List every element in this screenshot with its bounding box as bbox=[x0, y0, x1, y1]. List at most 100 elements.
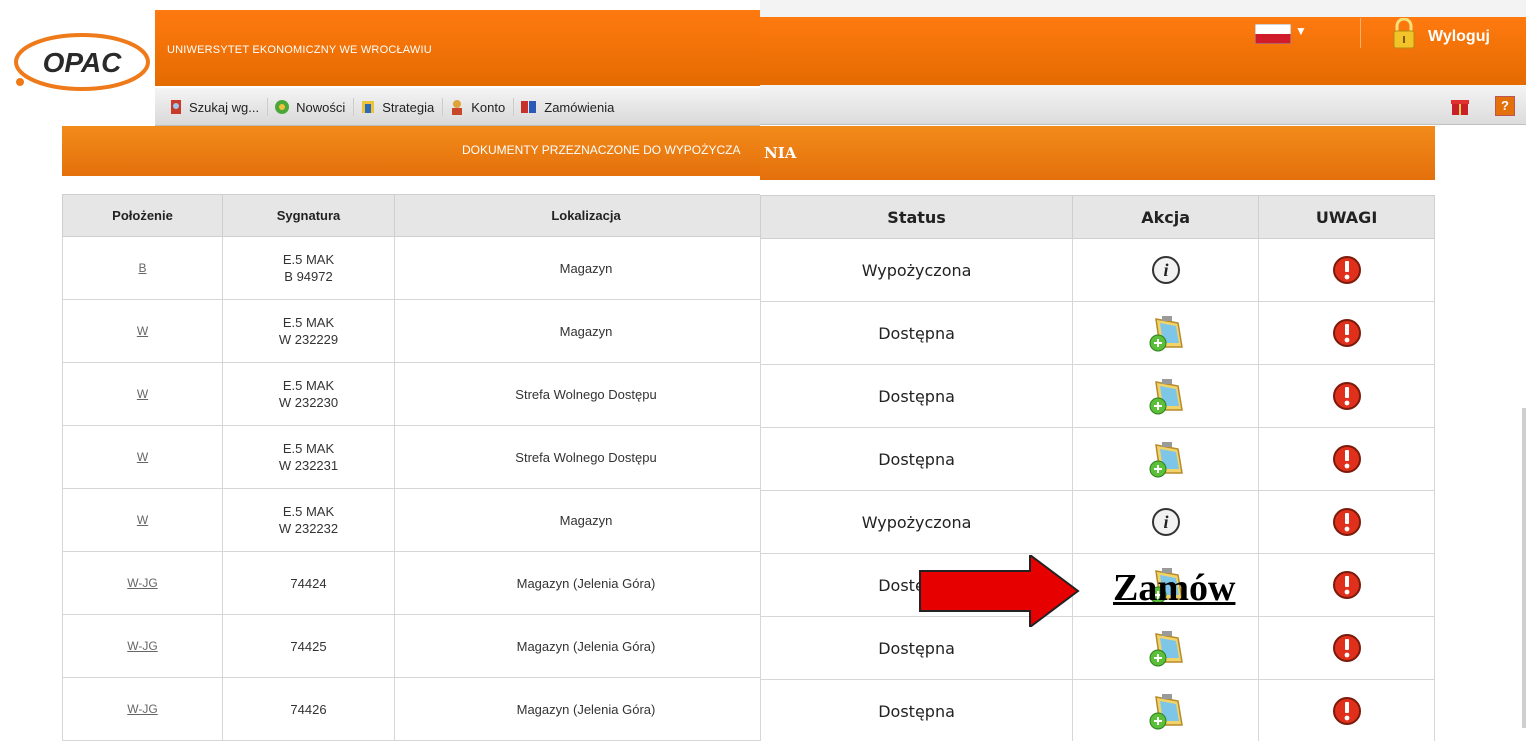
menu-label-search: Szukaj wg... bbox=[189, 99, 260, 115]
signature-line1: E.5 MAK bbox=[282, 252, 335, 267]
action-cell bbox=[1072, 616, 1260, 680]
menu-item-strategy[interactable]: Strategia bbox=[354, 98, 444, 116]
info-icon[interactable]: i bbox=[1151, 255, 1181, 285]
action-cell bbox=[1072, 301, 1260, 365]
warning-icon[interactable] bbox=[1332, 255, 1362, 285]
table-row: W E.5 MAK W 232231 Strefa Wolnego Dostępu bbox=[62, 425, 778, 489]
language-dropdown-icon[interactable]: ▼ bbox=[1295, 24, 1307, 38]
signature-cell: 74425 bbox=[222, 614, 395, 678]
table-header-row: Status Akcja UWAGI bbox=[759, 195, 1435, 239]
status-cell: Wypożyczona bbox=[759, 238, 1074, 302]
location-link[interactable]: W-JG bbox=[62, 614, 223, 678]
warning-icon[interactable] bbox=[1332, 444, 1362, 474]
column-header-signature[interactable]: Sygnatura bbox=[222, 194, 395, 237]
notes-cell bbox=[1258, 553, 1435, 617]
table-row: Dostępna bbox=[759, 427, 1435, 491]
location-link[interactable]: W bbox=[62, 362, 223, 426]
orders-icon bbox=[521, 101, 537, 113]
location-link[interactable]: W bbox=[62, 299, 223, 363]
order-icon[interactable] bbox=[1146, 691, 1186, 731]
column-header-notes[interactable]: UWAGI bbox=[1258, 195, 1435, 239]
signature-line1: 74425 bbox=[290, 638, 327, 654]
header-bar: UNIWERSYTET EKONOMICZNY WE WROCŁAWIU bbox=[155, 10, 778, 86]
table-row: Dostępna bbox=[759, 616, 1435, 680]
column-header-action[interactable]: Akcja bbox=[1072, 195, 1260, 239]
column-header-location[interactable]: Położenie bbox=[62, 194, 223, 237]
order-icon[interactable] bbox=[1146, 376, 1186, 416]
status-cell: Dostępna bbox=[759, 427, 1074, 491]
location-link[interactable]: W-JG bbox=[62, 677, 223, 741]
menu-item-news[interactable]: Nowości bbox=[268, 98, 355, 116]
menu-label-orders: Zamówienia bbox=[544, 99, 615, 115]
copies-table-left: Położenie Sygnatura Lokalizacja B E.5 MA… bbox=[62, 194, 778, 741]
notes-cell bbox=[1258, 427, 1435, 491]
search-menu-icon bbox=[171, 100, 181, 114]
scroll-edge bbox=[1522, 408, 1526, 728]
signature-line2: W 232231 bbox=[278, 458, 339, 473]
info-icon[interactable]: i bbox=[1151, 507, 1181, 537]
action-cell bbox=[1072, 364, 1260, 428]
column-header-localization[interactable]: Lokalizacja bbox=[394, 194, 778, 237]
status-cell: Dostępna bbox=[759, 301, 1074, 365]
warning-icon[interactable] bbox=[1332, 507, 1362, 537]
action-cell bbox=[1072, 679, 1260, 741]
signature-line1: 74424 bbox=[290, 575, 327, 591]
menu-label-account: Konto bbox=[471, 99, 506, 115]
warning-icon[interactable] bbox=[1332, 633, 1362, 663]
signature-cell: E.5 MAK W 232232 bbox=[222, 488, 395, 552]
table-row: Wypożyczona i bbox=[759, 490, 1435, 554]
signature-cell: 74424 bbox=[222, 551, 395, 615]
section-title-band-right: NIA bbox=[760, 126, 1435, 180]
notes-cell bbox=[1258, 490, 1435, 554]
signature-cell: E.5 MAK B 94972 bbox=[222, 236, 395, 300]
toolbar-right bbox=[760, 85, 1526, 125]
action-cell bbox=[1072, 427, 1260, 491]
order-icon[interactable] bbox=[1146, 628, 1186, 668]
table-row: W E.5 MAK W 232229 Magazyn bbox=[62, 299, 778, 363]
order-icon[interactable] bbox=[1146, 313, 1186, 353]
header-separator bbox=[1360, 18, 1361, 48]
warning-icon[interactable] bbox=[1332, 318, 1362, 348]
opac-logo[interactable]: OPAC bbox=[12, 28, 157, 94]
menu-item-account[interactable]: Konto bbox=[443, 98, 515, 116]
table-row: Dostępna bbox=[759, 364, 1435, 428]
warning-icon[interactable] bbox=[1332, 696, 1362, 726]
notes-cell bbox=[1258, 364, 1435, 428]
warning-icon[interactable] bbox=[1332, 570, 1362, 600]
location-link[interactable]: W-JG bbox=[62, 551, 223, 615]
location-link[interactable]: W bbox=[62, 488, 223, 552]
menu-item-orders[interactable]: Zamówienia bbox=[514, 98, 622, 116]
svg-text:i: i bbox=[1163, 260, 1168, 280]
localization-cell: Magazyn (Jelenia Góra) bbox=[394, 677, 778, 741]
location-link[interactable]: W bbox=[62, 425, 223, 489]
location-link[interactable]: B bbox=[62, 236, 223, 300]
lock-icon[interactable] bbox=[1392, 18, 1416, 50]
column-header-status[interactable]: Status bbox=[759, 195, 1074, 239]
gift-icon[interactable] bbox=[1450, 96, 1470, 116]
section-title: DOKUMENTY PRZEZNACZONE DO WYPOŻYCZA bbox=[462, 143, 741, 157]
status-cell: Wypożyczona bbox=[759, 490, 1074, 554]
table-row: W-JG 74425 Magazyn (Jelenia Góra) bbox=[62, 614, 778, 678]
polish-flag-icon[interactable] bbox=[1255, 24, 1291, 44]
help-icon[interactable]: ? bbox=[1495, 96, 1515, 116]
table-row: Wypożyczona i bbox=[759, 238, 1435, 302]
table-row: W E.5 MAK W 232232 Magazyn bbox=[62, 488, 778, 552]
order-icon[interactable] bbox=[1146, 439, 1186, 479]
localization-cell: Magazyn (Jelenia Góra) bbox=[394, 551, 778, 615]
action-cell: i bbox=[1072, 490, 1260, 554]
copies-table-right: Status Akcja UWAGI Wypożyczona i Dostępna D… bbox=[759, 195, 1435, 741]
notes-cell bbox=[1258, 616, 1435, 680]
signature-cell: E.5 MAK W 232230 bbox=[222, 362, 395, 426]
svg-text:i: i bbox=[1163, 512, 1168, 532]
table-row: B E.5 MAK B 94972 Magazyn bbox=[62, 236, 778, 300]
table-row: Dostępna bbox=[759, 553, 1435, 617]
logout-link[interactable]: Wyloguj bbox=[1428, 28, 1490, 46]
warning-icon[interactable] bbox=[1332, 381, 1362, 411]
account-icon bbox=[452, 100, 463, 115]
strategy-icon bbox=[362, 101, 375, 113]
signature-line2: W 232229 bbox=[278, 332, 339, 347]
menu-item-search[interactable]: Szukaj wg... bbox=[163, 98, 269, 116]
left-screenshot-panel: OPAC UNIWERSYTET EKONOMICZNY WE WROCŁAWI… bbox=[0, 0, 778, 741]
section-title-band: DOKUMENTY PRZEZNACZONE DO WYPOŻYCZA bbox=[62, 126, 778, 176]
table-row: W-JG 74424 Magazyn (Jelenia Góra) bbox=[62, 551, 778, 615]
